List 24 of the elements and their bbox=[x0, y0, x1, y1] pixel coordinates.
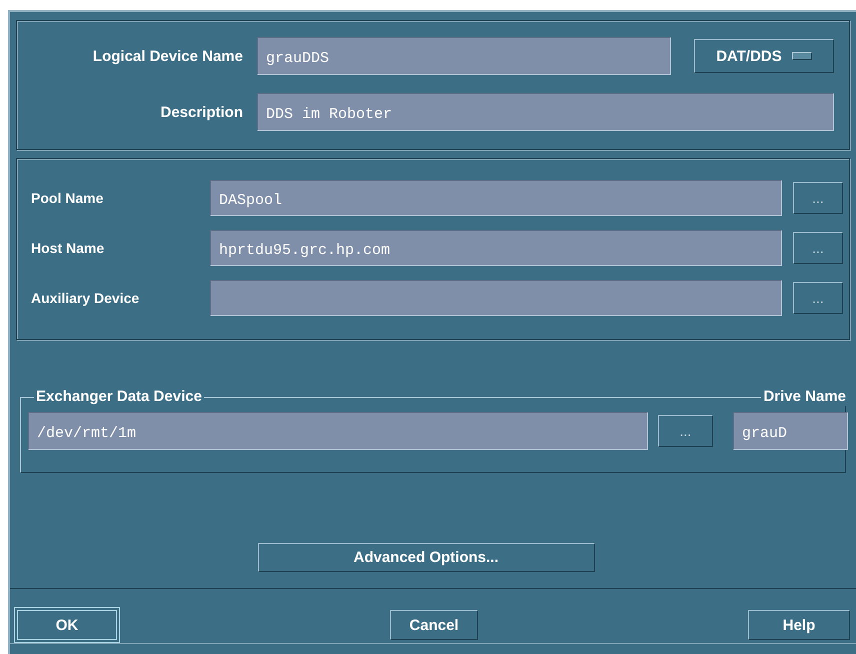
media-type-menu[interactable]: DAT/DDS bbox=[694, 39, 834, 73]
browse-button[interactable]: ... bbox=[793, 282, 843, 314]
text-field[interactable]: grauDDS bbox=[257, 37, 671, 75]
text-field[interactable] bbox=[210, 280, 782, 316]
text-field[interactable]: DDS im Roboter bbox=[257, 93, 834, 131]
dialog-button[interactable]: OK bbox=[14, 607, 120, 643]
option-menu-icon bbox=[792, 52, 812, 60]
text-field[interactable]: DASpool bbox=[210, 180, 782, 216]
field-label: Host Name bbox=[30, 240, 106, 256]
group-title: Drive Name bbox=[761, 388, 848, 406]
text-field[interactable]: /dev/rmt/1m bbox=[28, 412, 648, 450]
group-title: Exchanger Data Device bbox=[34, 388, 204, 406]
browse-button[interactable]: ... bbox=[658, 415, 713, 447]
dialog-button[interactable]: Cancel bbox=[390, 610, 478, 640]
browse-button[interactable]: ... bbox=[793, 232, 843, 264]
field-label: Auxiliary Device bbox=[30, 290, 140, 306]
field-label: Description bbox=[159, 104, 244, 120]
text-field[interactable]: hprtdu95.grc.hp.com bbox=[210, 230, 782, 266]
field-label: Pool Name bbox=[30, 190, 104, 206]
advanced-options-button[interactable]: Advanced Options... bbox=[258, 543, 594, 572]
browse-button[interactable]: ... bbox=[793, 182, 843, 214]
field-label: Logical Device Name bbox=[92, 48, 244, 64]
text-field[interactable]: grauD bbox=[733, 412, 848, 450]
dialog-button[interactable]: Help bbox=[748, 610, 850, 640]
